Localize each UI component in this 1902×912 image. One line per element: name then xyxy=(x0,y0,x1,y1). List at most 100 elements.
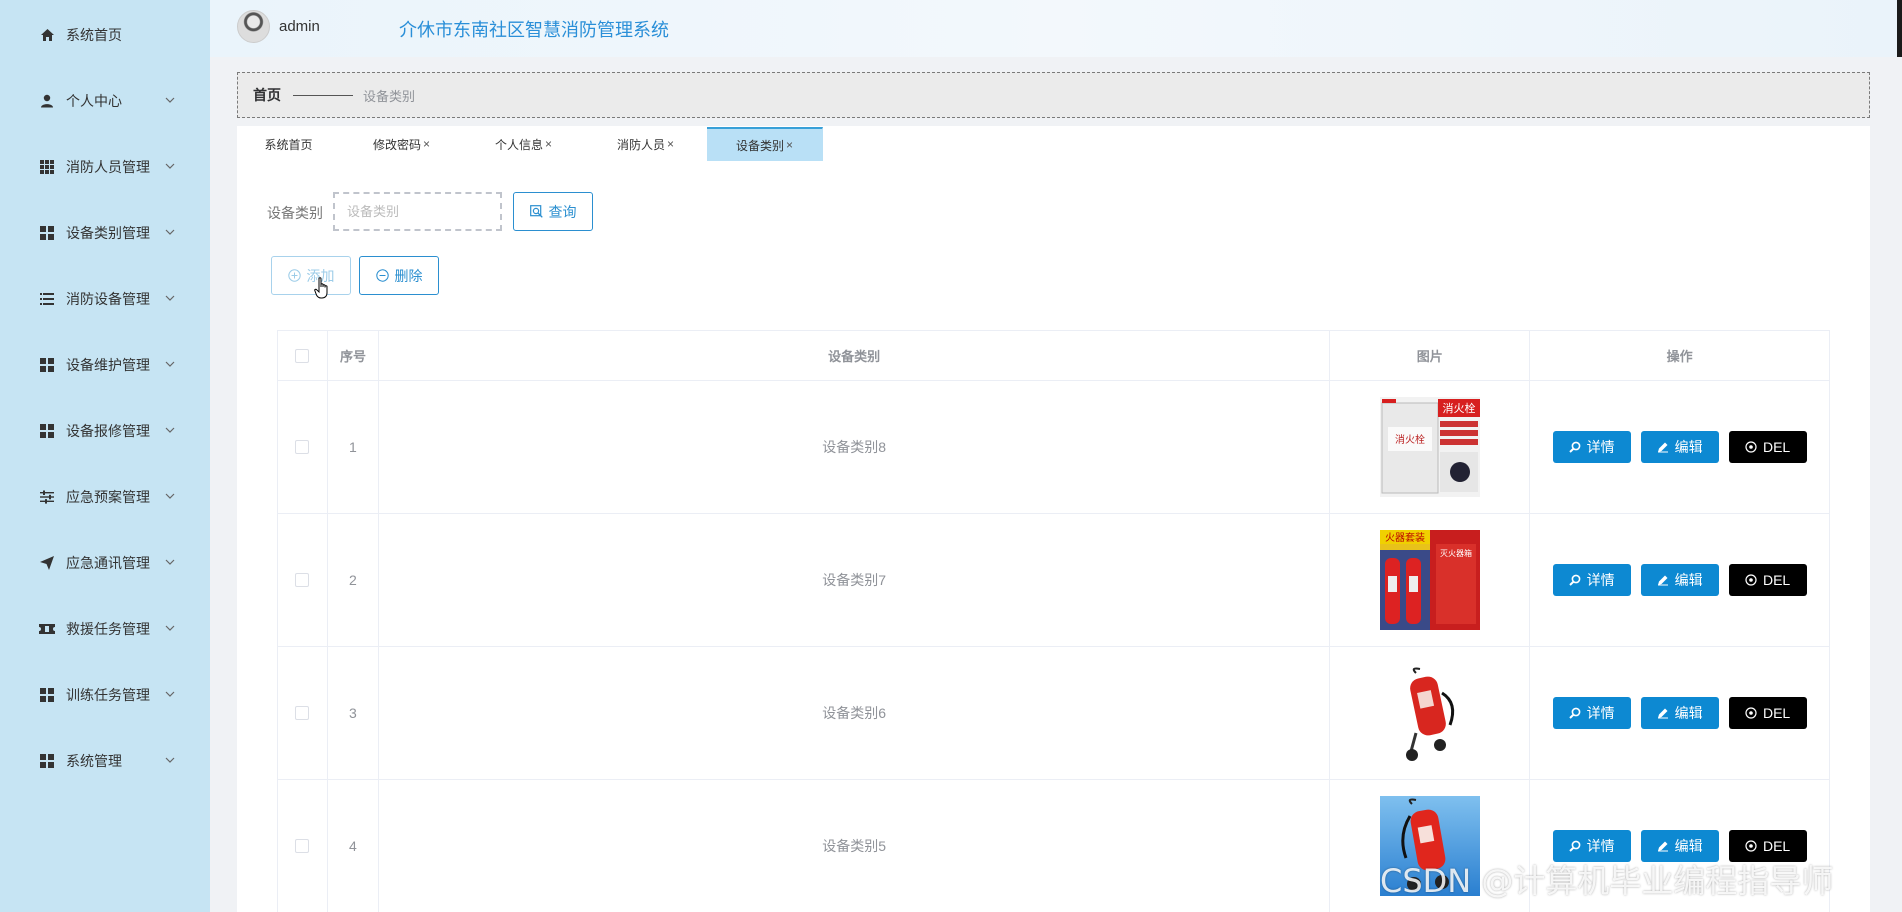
avatar[interactable] xyxy=(237,10,270,43)
row-category: 设备类别5 xyxy=(379,780,1331,912)
breadcrumb-separator xyxy=(293,94,353,96)
apps-icon xyxy=(39,357,55,373)
delete-row-button[interactable]: DEL xyxy=(1728,431,1807,463)
header-index: 序号 xyxy=(328,331,379,380)
row-checkbox-cell xyxy=(278,780,328,912)
row-category: 设备类别8 xyxy=(379,381,1331,513)
top-header: admin 介休市东南社区智慧消防管理系统 xyxy=(210,0,1902,57)
pencil-icon xyxy=(1657,575,1668,586)
sidebar-item-personal-center[interactable]: 个人中心 xyxy=(0,68,210,134)
sidebar-item-label: 设备类别管理 xyxy=(66,225,150,241)
edit-button[interactable]: 编辑 xyxy=(1640,564,1719,596)
sidebar-item-device-maintenance-mgmt[interactable]: 设备维护管理 xyxy=(0,332,210,398)
delete-row-label: DEL xyxy=(1762,572,1791,588)
sidebar-item-device-category-mgmt[interactable]: 设备类别管理 xyxy=(0,200,210,266)
sidebar-item-label: 应急预案管理 xyxy=(66,489,150,505)
row-checkbox[interactable] xyxy=(295,839,310,853)
delete-row-label: DEL xyxy=(1762,439,1791,455)
row-checkbox[interactable] xyxy=(295,440,310,454)
search-icon xyxy=(1568,840,1581,852)
close-icon[interactable]: × xyxy=(786,138,793,152)
sidebar-item-emergency-plan-mgmt[interactable]: 应急预案管理 xyxy=(0,464,210,530)
sidebar-item-label: 应急通讯管理 xyxy=(66,555,150,571)
header-image: 图片 xyxy=(1330,331,1531,380)
svg-text:消火栓: 消火栓 xyxy=(1442,401,1475,415)
select-all-checkbox[interactable] xyxy=(295,348,310,363)
delete-row-label: DEL xyxy=(1762,838,1791,854)
category-search-input[interactable] xyxy=(333,192,502,231)
tab-home[interactable]: 系统首页 xyxy=(237,127,341,161)
query-button[interactable]: 查询 xyxy=(513,192,593,231)
sidebar-item-system-mgmt[interactable]: 系统管理 xyxy=(0,728,210,794)
row-image-cell: 火器套装 灭火器箱 xyxy=(1330,514,1531,646)
row-image-cell xyxy=(1330,647,1531,779)
close-icon[interactable]: × xyxy=(667,137,674,151)
search-icon xyxy=(1568,707,1581,719)
edit-label: 编辑 xyxy=(1674,439,1703,455)
edit-button[interactable]: 编辑 xyxy=(1640,431,1719,463)
row-ops-cell: 详情 编辑 DEL xyxy=(1530,381,1831,513)
chevron-down-icon xyxy=(165,493,175,499)
sidebar-item-home[interactable]: 系统首页 xyxy=(0,2,210,68)
row-category: 设备类别6 xyxy=(379,647,1331,779)
header-ops: 操作 xyxy=(1530,331,1831,380)
svg-text:灭火器箱: 灭火器箱 xyxy=(1440,548,1472,558)
close-icon[interactable]: × xyxy=(423,137,430,151)
delete-row-button[interactable]: DEL xyxy=(1728,564,1807,596)
tab-change-password[interactable]: 修改密码 × xyxy=(341,127,463,161)
row-checkbox-cell xyxy=(278,381,328,513)
ticket-icon xyxy=(39,621,55,637)
send-icon xyxy=(39,555,55,571)
search-icon xyxy=(1568,441,1581,453)
delete-label: 删除 xyxy=(394,267,423,284)
tab-label: 系统首页 xyxy=(264,137,313,152)
device-category-table: 序号 设备类别 图片 操作 1 设备类别8 消火栓 消火栓 详情 编辑 DEL … xyxy=(277,330,1831,912)
sidebar-item-training-task-mgmt[interactable]: 训练任务管理 xyxy=(0,662,210,728)
detail-button[interactable]: 详情 xyxy=(1552,431,1631,463)
breadcrumb-home[interactable]: 首页 xyxy=(253,85,281,105)
apps-icon xyxy=(39,687,55,703)
header-checkbox-cell xyxy=(278,331,328,380)
apps-icon xyxy=(39,753,55,769)
tab-firefighters[interactable]: 消防人员 × xyxy=(585,127,707,161)
row-checkbox[interactable] xyxy=(295,706,310,720)
edit-button[interactable]: 编辑 xyxy=(1640,697,1719,729)
chevron-down-icon xyxy=(165,691,175,697)
tab-personal-info[interactable]: 个人信息 × xyxy=(463,127,585,161)
svg-text:火器套装: 火器套装 xyxy=(1385,531,1425,544)
sidebar: 系统首页 个人中心 消防人员管理 设备类别管理 消防设备管理 设备维护管理 设备… xyxy=(0,0,210,912)
row-index: 2 xyxy=(328,514,379,646)
detail-label: 详情 xyxy=(1586,705,1615,721)
delete-button[interactable]: 删除 xyxy=(359,256,439,295)
breadcrumb: 首页 设备类别 xyxy=(237,72,1870,118)
chevron-down-icon xyxy=(165,625,175,631)
detail-button[interactable]: 详情 xyxy=(1552,564,1631,596)
sidebar-item-rescue-task-mgmt[interactable]: 救援任务管理 xyxy=(0,596,210,662)
delete-row-label: DEL xyxy=(1762,705,1791,721)
close-icon[interactable]: × xyxy=(545,137,552,151)
delete-row-button[interactable]: DEL xyxy=(1728,697,1807,729)
edit-label: 编辑 xyxy=(1674,572,1703,588)
table-row: 3 设备类别6 详情 编辑 DEL xyxy=(278,647,1831,780)
table-row: 2 设备类别7 火器套装 灭火器箱 详情 编辑 DEL xyxy=(278,514,1831,647)
sidebar-item-firefighter-mgmt[interactable]: 消防人员管理 xyxy=(0,134,210,200)
add-button[interactable]: 添加 xyxy=(271,256,351,295)
tab-device-category[interactable]: 设备类别 × xyxy=(707,127,823,161)
pencil-icon xyxy=(1657,841,1668,852)
tab-label: 修改密码 xyxy=(372,137,421,152)
sidebar-item-label: 设备维护管理 xyxy=(66,357,150,373)
sidebar-item-device-repair-mgmt[interactable]: 设备报修管理 xyxy=(0,398,210,464)
search-icon xyxy=(529,205,543,218)
sidebar-item-label: 系统首页 xyxy=(66,27,122,43)
apps-icon xyxy=(39,225,55,241)
close-circle-icon xyxy=(1745,574,1757,586)
svg-text:消火栓: 消火栓 xyxy=(1395,433,1425,446)
tab-label: 个人信息 xyxy=(494,137,543,152)
sidebar-item-fire-device-mgmt[interactable]: 消防设备管理 xyxy=(0,266,210,332)
detail-button[interactable]: 详情 xyxy=(1552,697,1631,729)
detail-label: 详情 xyxy=(1586,572,1615,588)
chevron-down-icon xyxy=(165,97,175,103)
sidebar-item-emergency-comms-mgmt[interactable]: 应急通讯管理 xyxy=(0,530,210,596)
close-circle-icon xyxy=(1745,840,1757,852)
row-checkbox[interactable] xyxy=(295,573,310,587)
